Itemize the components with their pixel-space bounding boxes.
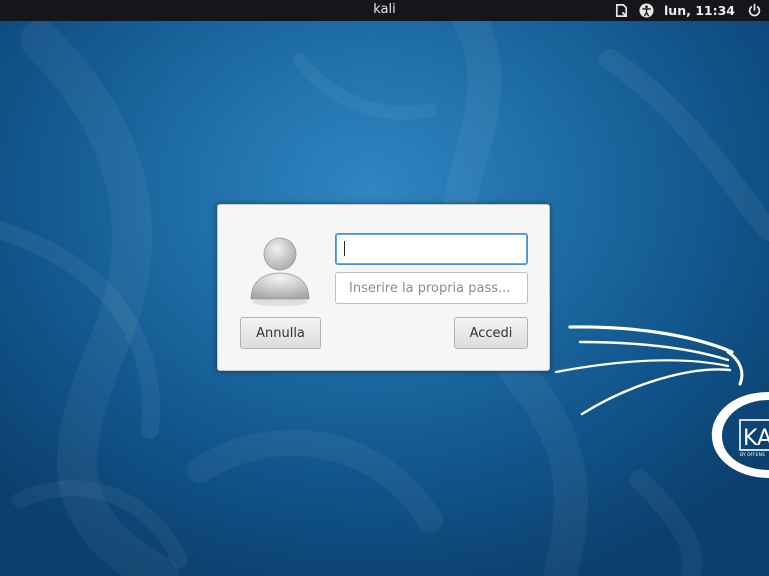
password-input[interactable] xyxy=(335,272,528,304)
keyboard-icon[interactable] xyxy=(614,3,629,18)
top-panel: kali lun, 11:34 xyxy=(0,0,769,21)
kali-dragon-logo: KA BY OFFENS xyxy=(554,325,769,478)
cancel-button[interactable]: Annulla xyxy=(240,317,321,349)
user-avatar-icon xyxy=(250,237,310,306)
desktop-background: kali lun, 11:34 KA BY OFFENS Annulla Acc… xyxy=(0,0,769,576)
login-button[interactable]: Accedi xyxy=(454,317,528,349)
text-cursor xyxy=(344,241,345,256)
system-indicators: lun, 11:34 xyxy=(614,1,762,20)
clock[interactable]: lun, 11:34 xyxy=(664,3,735,18)
power-icon[interactable] xyxy=(747,3,762,18)
logo-text: KA xyxy=(743,426,769,451)
accessibility-icon[interactable] xyxy=(639,3,654,18)
logo-subtext: BY OFFENS xyxy=(740,452,765,458)
username-input[interactable] xyxy=(335,233,528,265)
login-dialog: Annulla Accedi xyxy=(217,204,550,371)
